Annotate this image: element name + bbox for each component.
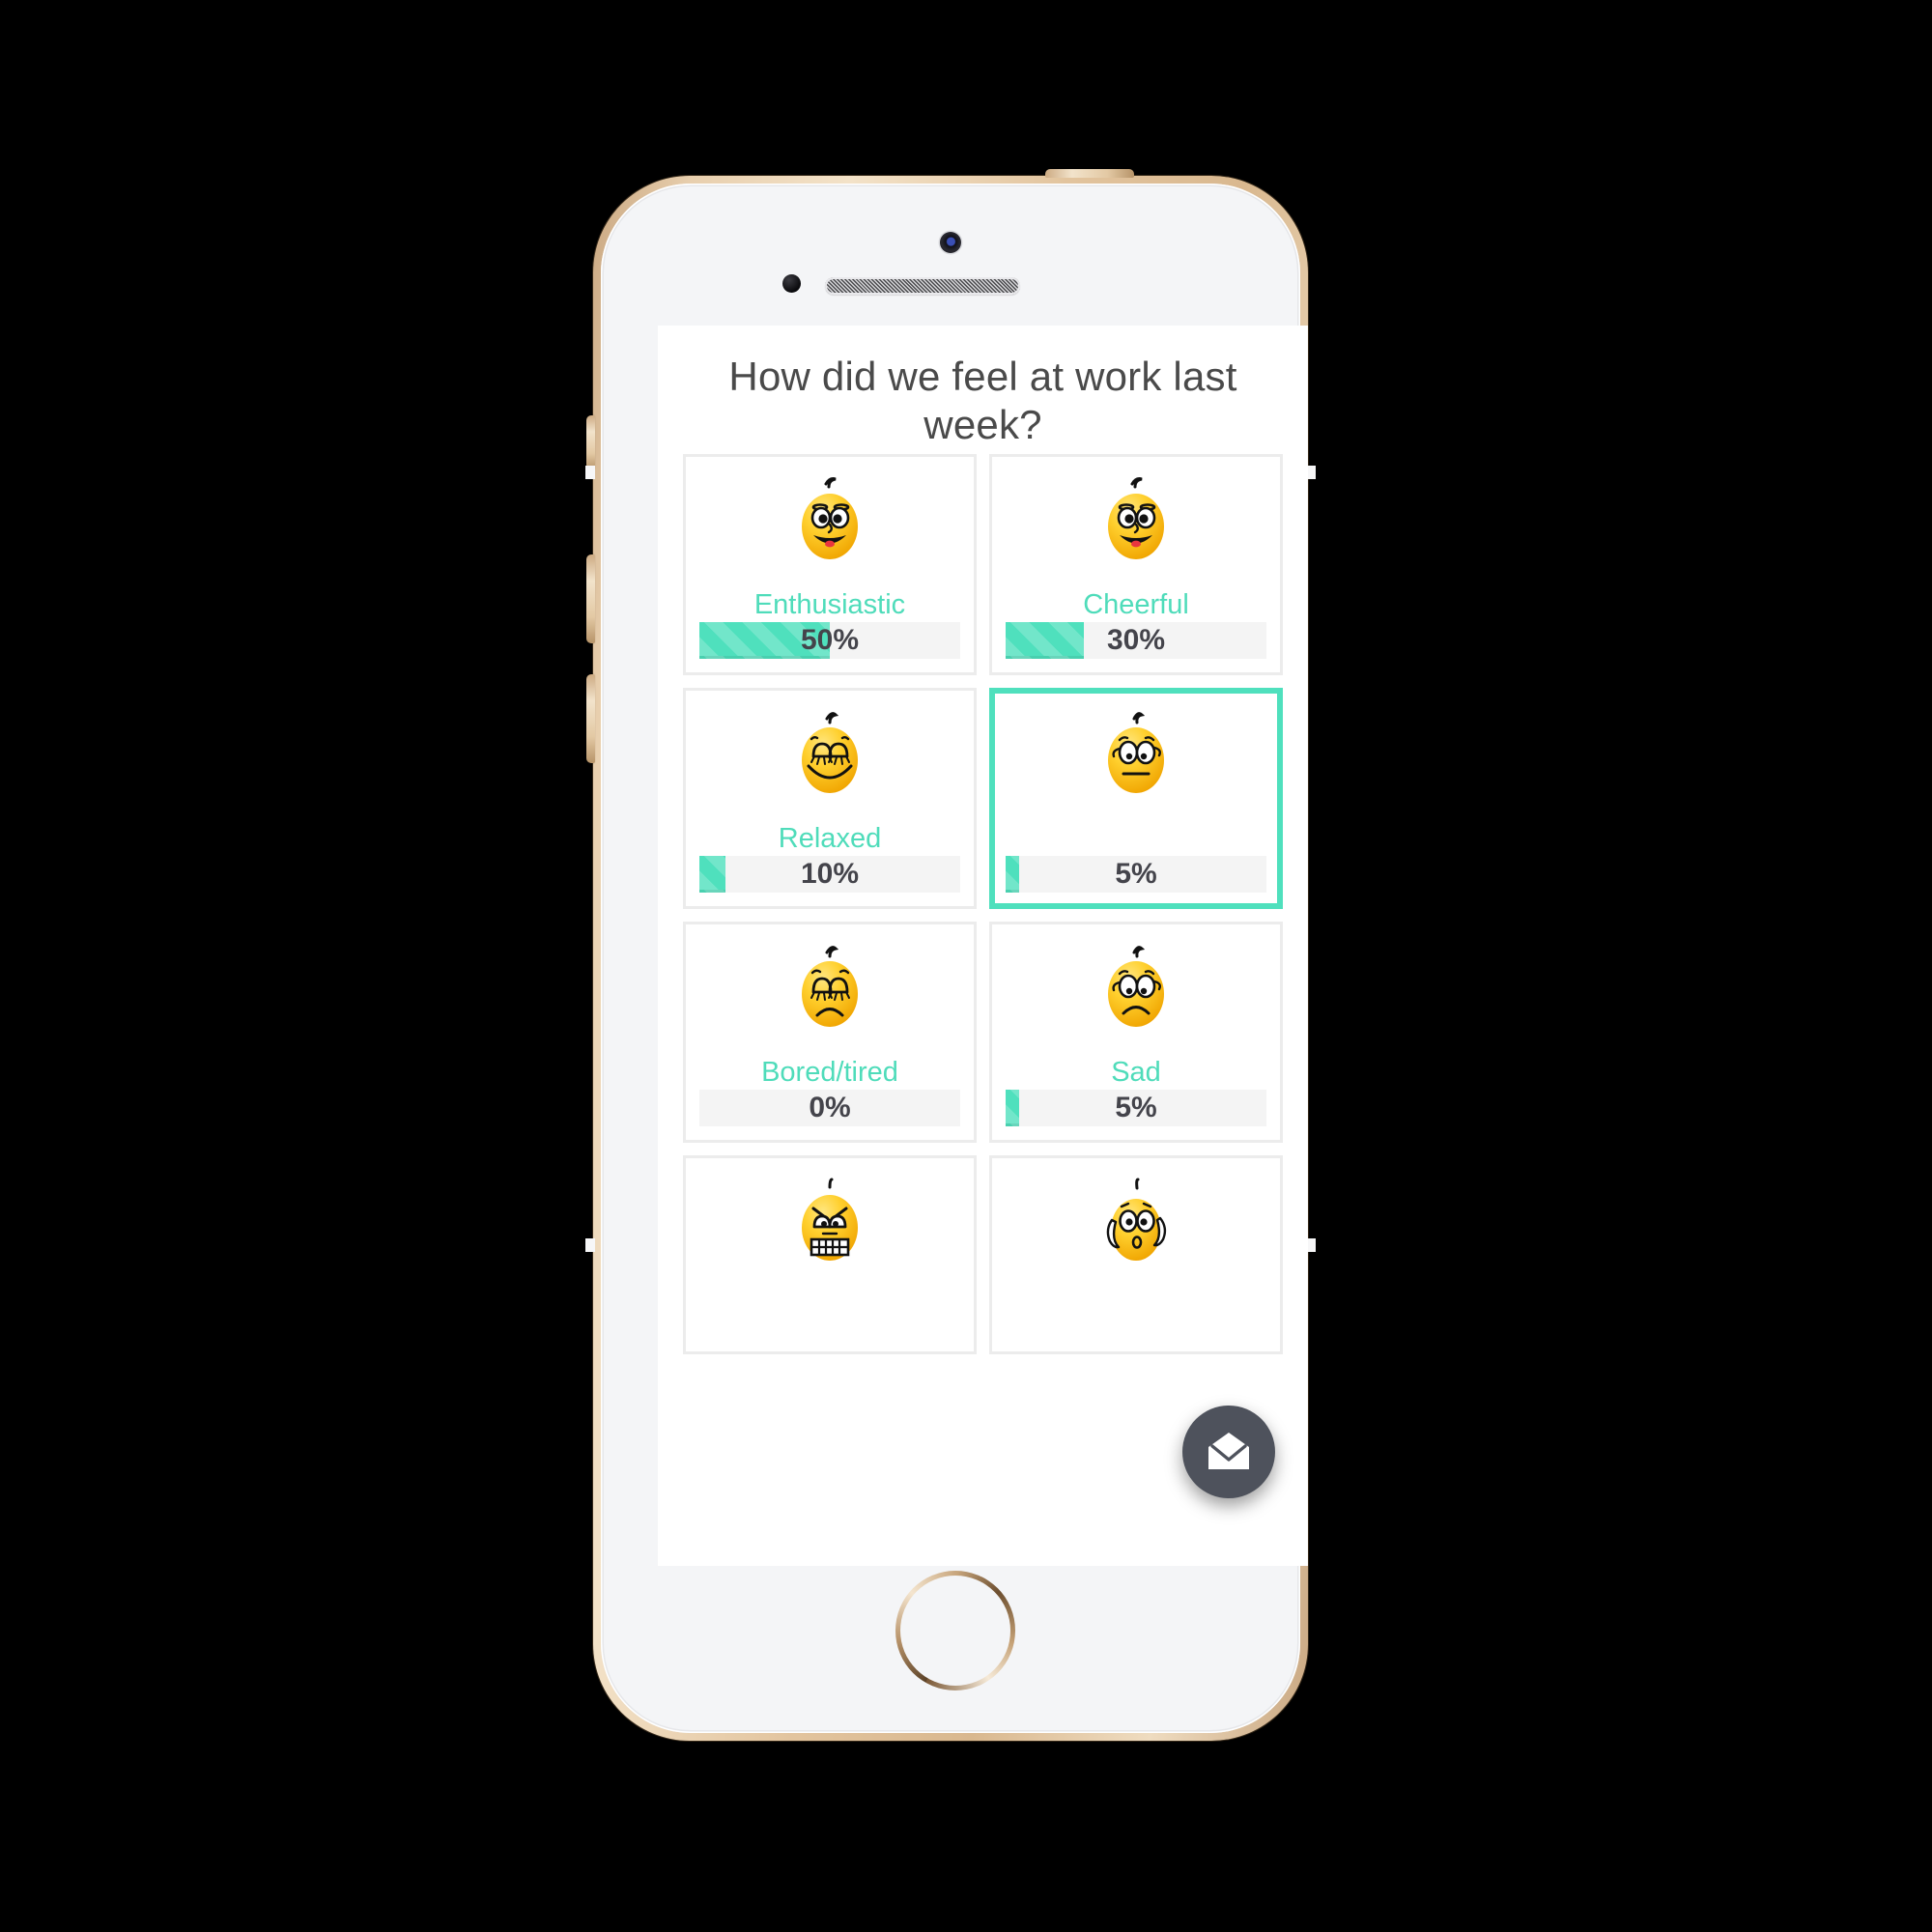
neutral-straight-mouth-face-icon xyxy=(1100,710,1172,799)
mood-percent-value: 5% xyxy=(1115,1092,1157,1124)
screenshot-stage: How did we feel at work last week? Enthu… xyxy=(0,0,1932,1932)
page-title: How did we feel at work last week? xyxy=(728,354,1237,447)
mood-card-sad[interactable]: Sad 5% xyxy=(989,922,1283,1144)
phone-device-frame: How did we feel at work last week? Enthu… xyxy=(585,169,1316,1741)
phone-screen: How did we feel at work last week? Enthu… xyxy=(658,326,1308,1566)
mood-row: Enthusiastic 50% Cheerful 30% xyxy=(683,454,1283,676)
front-camera-icon xyxy=(940,232,961,253)
volume-down-button[interactable] xyxy=(586,674,595,763)
mood-progress-bar: 5% xyxy=(1006,856,1266,894)
mood-row: Bored/tired 0% Sad 5% xyxy=(683,922,1283,1144)
mood-progress-fill xyxy=(1006,622,1084,660)
bored-frowning-lashes-face-icon xyxy=(794,944,866,1033)
mood-progress-bar: 0% xyxy=(699,1090,960,1127)
grinning-big-eyes-face-icon xyxy=(794,476,866,565)
content-closed-eyes-smile-face-icon xyxy=(794,710,866,799)
mood-percent-value: 0% xyxy=(809,1092,851,1124)
proximity-sensor-icon xyxy=(782,274,801,293)
open-envelope-icon xyxy=(1206,1429,1252,1475)
mood-row xyxy=(683,1155,1283,1355)
sad-frowning-face-icon xyxy=(1100,944,1172,1033)
mood-progress-bar: 10% xyxy=(699,856,960,894)
mood-label: Cheerful xyxy=(1083,589,1189,621)
mood-progress-fill xyxy=(699,856,725,894)
mood-progress-bar: 5% xyxy=(1006,1090,1266,1127)
mood-progress-fill xyxy=(1006,1090,1019,1127)
mood-percent-value: 50% xyxy=(800,624,860,657)
mood-progress-fill xyxy=(1006,856,1019,894)
phone-front-face: How did we feel at work last week? Enthu… xyxy=(601,184,1308,1733)
mood-label: Enthusiastic xyxy=(753,589,906,621)
mood-card-shocked[interactable] xyxy=(989,1155,1283,1355)
volume-up-button[interactable] xyxy=(586,554,595,643)
mood-label: Sad xyxy=(1111,1057,1161,1089)
compose-message-fab[interactable] xyxy=(1182,1406,1275,1498)
mood-label: Relaxed xyxy=(778,823,882,855)
mood-progress-bar: 50% xyxy=(699,622,960,660)
antenna-band xyxy=(585,466,595,479)
mood-card-relaxed[interactable]: Relaxed 10% xyxy=(683,688,977,910)
mood-card-angry[interactable] xyxy=(683,1155,977,1355)
mood-grid: Enthusiastic 50% Cheerful 30% Relaxed 10… xyxy=(658,454,1308,1355)
antenna-band xyxy=(585,1238,595,1252)
mood-card-enthusiastic[interactable]: Enthusiastic 50% xyxy=(683,454,977,676)
earpiece-speaker-icon xyxy=(825,277,1020,295)
mood-progress-bar: 30% xyxy=(1006,622,1266,660)
grinning-big-eyes-face-icon xyxy=(1100,476,1172,565)
mood-percent-value: 30% xyxy=(1106,624,1166,657)
shocked-hands-up-face-icon xyxy=(1100,1178,1172,1266)
mood-row: Relaxed 10% 5% xyxy=(683,688,1283,910)
mood-label: Bored/tired xyxy=(761,1057,898,1089)
mood-percent-value: 10% xyxy=(800,858,860,891)
power-button[interactable] xyxy=(1045,169,1134,178)
mood-card-bored-tired[interactable]: Bored/tired 0% xyxy=(683,922,977,1144)
home-button[interactable] xyxy=(895,1571,1015,1690)
mood-card-cheerful[interactable]: Cheerful 30% xyxy=(989,454,1283,676)
mood-percent-value: 5% xyxy=(1115,858,1157,891)
angry-gritted-teeth-face-icon xyxy=(794,1178,866,1266)
mood-card-selected[interactable]: 5% xyxy=(989,688,1283,910)
mute-switch[interactable] xyxy=(586,415,595,469)
